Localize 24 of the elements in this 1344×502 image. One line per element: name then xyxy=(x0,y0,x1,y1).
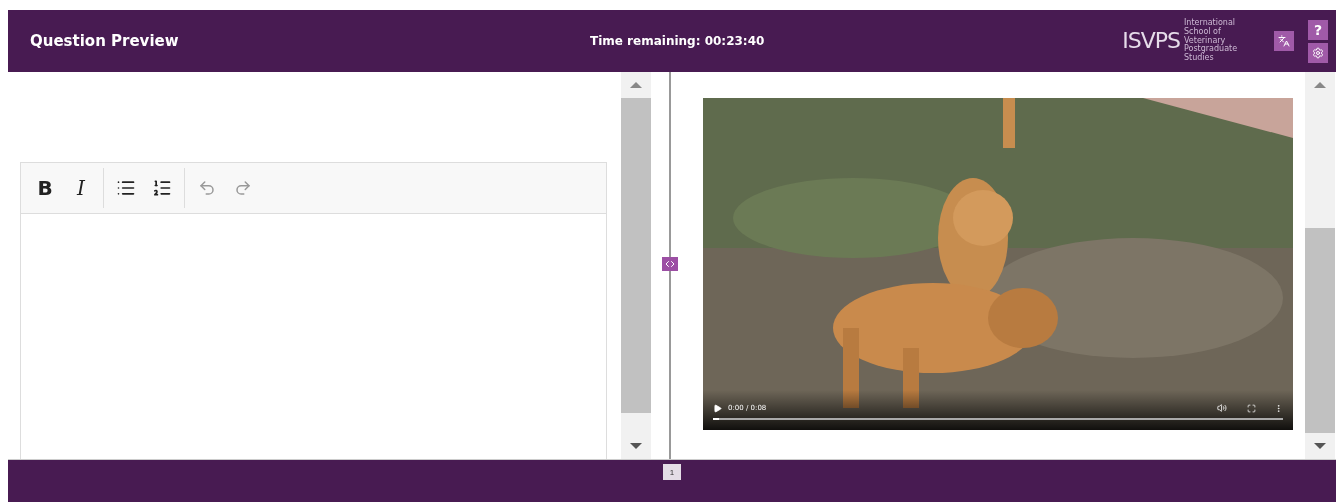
translate-button[interactable] xyxy=(1274,31,1294,51)
logo-caption: International School of Veterinary Postgraduate Studies xyxy=(1184,19,1239,63)
scrollbar[interactable] xyxy=(1305,72,1335,459)
time-remaining: Time remaining: 00:23:40 xyxy=(590,34,766,48)
settings-icon xyxy=(1312,46,1324,59)
italic-button[interactable]: I xyxy=(65,172,97,204)
text-editor[interactable]: B I xyxy=(20,162,608,459)
translate-icon xyxy=(1278,35,1290,47)
redo-icon xyxy=(234,179,252,197)
logo-mark: ISVPS xyxy=(1122,28,1180,54)
bullet-list-icon xyxy=(116,178,136,198)
volume-icon[interactable] xyxy=(1217,403,1228,413)
bold-button[interactable]: B xyxy=(29,172,61,204)
fullscreen-icon[interactable] xyxy=(1247,403,1257,413)
numbered-list-icon xyxy=(152,178,172,198)
scrollbar[interactable] xyxy=(621,72,652,459)
help-button[interactable]: ? xyxy=(1308,19,1328,40)
resize-handle[interactable] xyxy=(662,257,679,271)
play-icon[interactable] xyxy=(713,403,723,413)
page-button[interactable]: 1 xyxy=(663,464,681,480)
resize-icon xyxy=(664,258,677,270)
page-title: Question Preview xyxy=(30,32,180,50)
undo-icon xyxy=(198,179,216,197)
settings-button[interactable] xyxy=(1308,42,1328,63)
